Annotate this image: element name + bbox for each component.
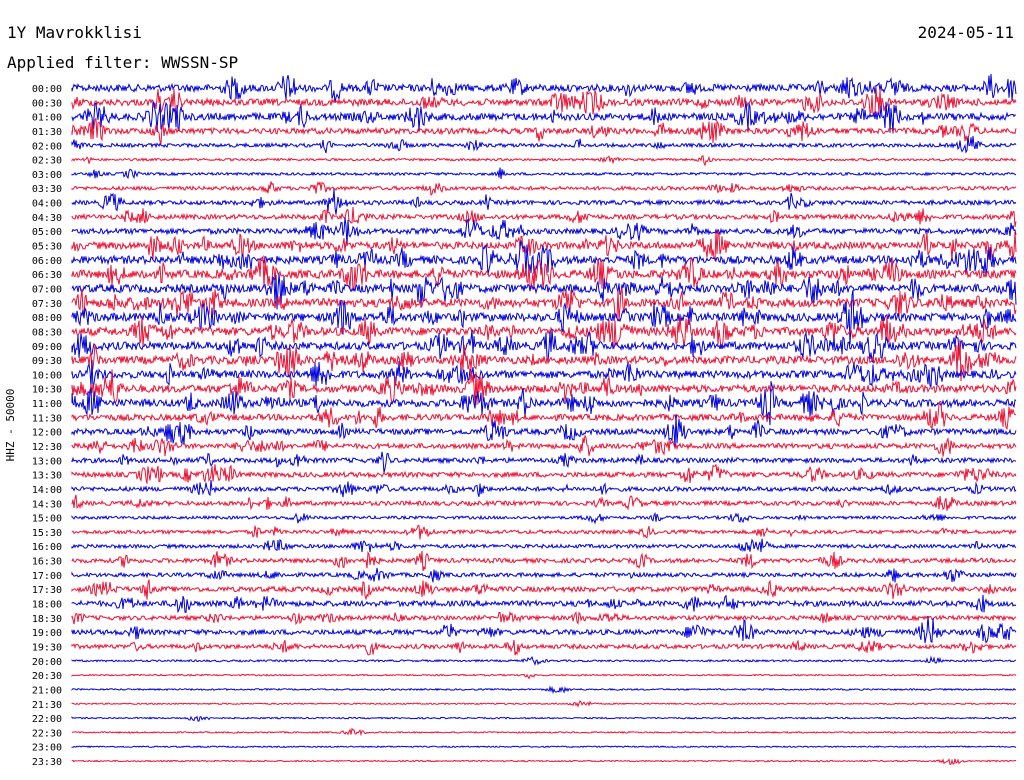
trace-row <box>71 181 1017 196</box>
row-label: 02:00 <box>32 141 62 152</box>
trace-row <box>71 287 1017 322</box>
trace-row <box>71 550 1017 572</box>
row-label: 18:00 <box>32 600 62 611</box>
time-labels: 00:00 00:30 01:00 01:30 02:00 02:30 03:00 03:30… <box>32 84 62 768</box>
row-label: 03:30 <box>32 184 62 195</box>
row-label: 12:30 <box>32 442 62 453</box>
row-label: 23:00 <box>32 743 62 754</box>
row-label: 14:30 <box>32 499 62 510</box>
trace-row <box>71 594 1017 614</box>
row-label: 15:00 <box>32 514 62 525</box>
row-label: 18:30 <box>32 614 62 625</box>
row-label: 00:30 <box>32 98 62 109</box>
row-label: 23:30 <box>32 757 62 768</box>
row-label: 06:30 <box>32 270 62 281</box>
row-label: 21:30 <box>32 700 62 711</box>
row-label: 19:00 <box>32 628 62 639</box>
row-label: 21:00 <box>32 685 62 696</box>
trace-row <box>71 511 1017 525</box>
trace-row <box>71 217 1017 247</box>
trace-row <box>71 155 1017 167</box>
row-label: 11:00 <box>32 399 62 410</box>
row-label: 01:30 <box>32 127 62 138</box>
row-label: 10:00 <box>32 370 62 381</box>
helicorder-plot: 00:00 00:30 01:00 01:30 02:00 02:30 03:00 03:30… <box>4 73 1017 768</box>
row-label: 17:00 <box>32 571 62 582</box>
trace-row <box>71 451 1017 474</box>
row-label: 22:00 <box>32 714 62 725</box>
row-label: 02:30 <box>32 156 62 167</box>
trace-row <box>71 639 1017 656</box>
trace-row <box>71 479 1017 498</box>
trace-row <box>71 685 1017 695</box>
row-label: 16:30 <box>32 557 62 568</box>
trace-row <box>71 206 1017 227</box>
row-label: 01:00 <box>32 113 62 124</box>
trace-row <box>71 463 1017 484</box>
trace-row <box>71 400 1017 430</box>
trace-row <box>71 673 1017 680</box>
trace-row <box>71 117 1017 145</box>
trace-row <box>71 167 1017 180</box>
row-label: 09:00 <box>32 342 62 353</box>
row-label: 06:00 <box>32 256 62 267</box>
row-label: 17:30 <box>32 585 62 596</box>
row-label: 11:30 <box>32 413 62 424</box>
row-label: 09:30 <box>32 356 62 367</box>
trace-row <box>71 188 1017 215</box>
trace-row <box>71 494 1017 511</box>
trace-row <box>71 567 1017 583</box>
row-label: 22:30 <box>32 728 62 739</box>
row-label: 08:00 <box>32 313 62 324</box>
row-label: 07:30 <box>32 299 62 310</box>
row-label: 16:00 <box>32 542 62 553</box>
row-label: 07:00 <box>32 284 62 295</box>
trace-row <box>71 715 1017 722</box>
row-label: 14:00 <box>32 485 62 496</box>
trace-row <box>71 610 1017 626</box>
row-label: 15:30 <box>32 528 62 539</box>
row-label: 03:00 <box>32 170 62 181</box>
trace-row <box>71 359 1017 388</box>
trace-row <box>71 434 1017 457</box>
trace-row <box>71 538 1017 553</box>
traces <box>71 73 1017 765</box>
row-label: 10:30 <box>32 385 62 396</box>
row-label: 12:00 <box>32 428 62 439</box>
row-label: 05:30 <box>32 242 62 253</box>
row-label: 20:00 <box>32 657 62 668</box>
trace-row <box>71 655 1017 666</box>
y-axis-label: HHZ - 50000 <box>4 389 17 462</box>
trace-row <box>71 524 1017 540</box>
row-label: 04:00 <box>32 199 62 210</box>
trace-row <box>71 73 1017 103</box>
row-label: 00:00 <box>32 84 62 95</box>
row-label: 13:30 <box>32 471 62 482</box>
trace-row <box>71 745 1017 749</box>
row-label: 20:30 <box>32 671 62 682</box>
row-label: 04:30 <box>32 213 62 224</box>
trace-row <box>71 135 1017 154</box>
trace-row <box>71 758 1016 765</box>
row-label: 13:00 <box>32 456 62 467</box>
trace-row <box>71 700 1017 708</box>
trace-row <box>71 727 1017 737</box>
row-label: 19:30 <box>32 642 62 653</box>
trace-row <box>71 579 1017 601</box>
row-label: 05:00 <box>32 227 62 238</box>
row-label: 08:30 <box>32 327 62 338</box>
